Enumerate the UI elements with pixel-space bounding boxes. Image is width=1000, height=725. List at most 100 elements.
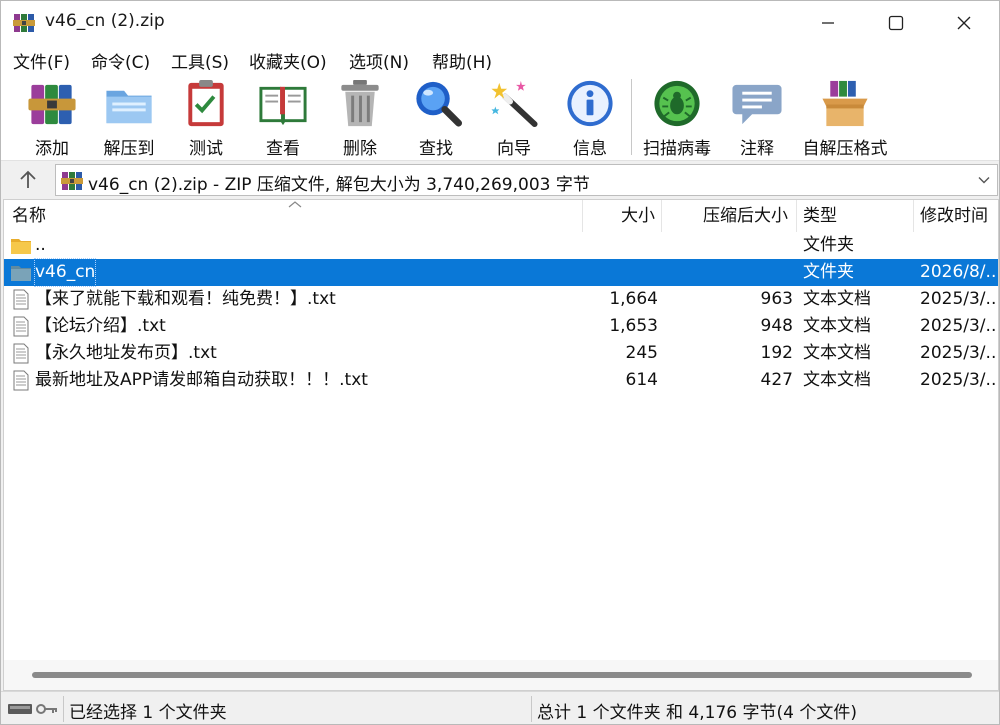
status-total: 总计 1 个文件夹 和 4,176 字节(4 个文件)	[537, 703, 857, 723]
file-name: ..	[35, 235, 46, 255]
text-file-icon	[13, 316, 29, 337]
address-bar: v46_cn (2).zip - ZIP 压缩文件, 解包大小为 3,740,2…	[1, 161, 999, 199]
file-modified: 2025/3/...	[920, 370, 998, 390]
file-type: 文本文档	[803, 370, 871, 390]
extract-to-label: 解压到	[103, 139, 155, 159]
file-type: 文本文档	[803, 343, 871, 363]
menu-tools[interactable]: 工具(S)	[171, 48, 229, 73]
header-modified[interactable]: 修改时间	[920, 200, 988, 232]
extract-to-icon	[106, 90, 152, 124]
file-type: 文本文档	[803, 289, 871, 309]
minimize-button[interactable]	[805, 1, 851, 45]
file-modified: 2025/3/...	[920, 289, 998, 309]
file-size: 245	[625, 343, 658, 363]
maximize-icon	[888, 15, 904, 31]
menu-commands[interactable]: 命令(C)	[91, 48, 150, 73]
sort-ascending-icon	[288, 201, 302, 208]
minimize-icon	[822, 22, 834, 24]
list-item[interactable]: 最新地址及APP请发邮箱自动获取！！！.txt 614 427 文本文档 202…	[4, 367, 998, 394]
menu-help[interactable]: 帮助(H)	[432, 48, 492, 73]
test-button[interactable]: 测试	[177, 77, 235, 159]
menu-file[interactable]: 文件(F)	[13, 48, 70, 73]
comment-icon	[732, 84, 782, 125]
file-name: 【来了就能下载和观看！纯免费！】.txt	[35, 289, 336, 309]
file-packed-size: 192	[760, 343, 793, 363]
file-size: 1,653	[609, 316, 658, 336]
delete-icon	[341, 79, 379, 127]
info-button[interactable]: 信息	[561, 77, 619, 159]
file-type: 文本文档	[803, 316, 871, 336]
header-divider[interactable]	[582, 200, 583, 232]
header-size[interactable]: 大小	[621, 200, 655, 232]
file-name: 【永久地址发布页】.txt	[35, 343, 217, 363]
status-selection: 已经选择 1 个文件夹	[69, 703, 227, 723]
status-divider	[63, 696, 64, 722]
add-icon	[28, 84, 76, 125]
add-label: 添加	[35, 139, 69, 159]
winrar-app-icon	[13, 14, 35, 32]
file-type: 文件夹	[803, 235, 854, 255]
file-packed-size: 963	[760, 289, 793, 309]
file-type: 文件夹	[803, 262, 854, 282]
drive-key-icon[interactable]	[7, 700, 59, 718]
file-name: 最新地址及APP请发邮箱自动获取！！！.txt	[35, 370, 368, 390]
up-arrow-icon[interactable]	[15, 168, 41, 192]
find-button[interactable]: 查找	[407, 77, 465, 159]
extract-to-button[interactable]: 解压到	[97, 77, 161, 159]
scrollbar-thumb[interactable]	[32, 672, 972, 678]
file-list[interactable]: 名称 大小 压缩后大小 类型 修改时间 .. 文件夹 v46_cn 文件夹 20…	[3, 199, 999, 691]
menu-options[interactable]: 选项(N)	[349, 48, 409, 73]
text-file-icon	[13, 370, 29, 391]
file-size: 614	[625, 370, 658, 390]
test-icon	[188, 79, 224, 127]
list-item[interactable]: 【来了就能下载和观看！纯免费！】.txt 1,664 963 文本文档 2025…	[4, 286, 998, 313]
virus-scan-icon	[654, 80, 700, 127]
sfx-button[interactable]: 自解压格式	[799, 77, 891, 159]
list-item[interactable]: .. 文件夹	[4, 232, 998, 259]
toolbar-separator	[631, 79, 632, 155]
menu-favorites[interactable]: 收藏夹(O)	[249, 48, 327, 73]
list-item[interactable]: v46_cn 文件夹 2026/8/...	[4, 258, 998, 287]
find-label: 查找	[419, 139, 453, 159]
header-divider[interactable]	[661, 200, 662, 232]
find-icon	[416, 81, 463, 127]
list-item[interactable]: 【论坛介绍】.txt 1,653 948 文本文档 2025/3/...	[4, 313, 998, 340]
address-text: v46_cn (2).zip - ZIP 压缩文件, 解包大小为 3,740,2…	[88, 175, 590, 195]
virus-scan-button[interactable]: 扫描病毒	[641, 77, 713, 159]
view-label: 查看	[266, 139, 300, 159]
info-icon	[567, 80, 613, 127]
archive-icon	[61, 172, 83, 190]
address-field[interactable]: v46_cn (2).zip - ZIP 压缩文件, 解包大小为 3,740,2…	[55, 164, 998, 196]
maximize-button[interactable]	[873, 1, 919, 45]
window-title: v46_cn (2).zip	[45, 11, 165, 31]
header-packed[interactable]: 压缩后大小	[703, 200, 788, 232]
add-button[interactable]: 添加	[23, 77, 81, 159]
comment-button[interactable]: 注释	[728, 77, 786, 159]
delete-label: 删除	[343, 139, 377, 159]
view-button[interactable]: 查看	[251, 77, 315, 159]
file-modified: 2026/8/...	[920, 262, 998, 282]
horizontal-scrollbar[interactable]	[4, 660, 998, 690]
header-name[interactable]: 名称	[12, 200, 46, 232]
wizard-label: 向导	[497, 139, 531, 159]
virus-scan-label: 扫描病毒	[643, 139, 711, 159]
file-packed-size: 948	[760, 316, 793, 336]
folder-icon	[11, 266, 31, 281]
chevron-down-icon[interactable]	[977, 173, 991, 187]
close-button[interactable]	[941, 1, 987, 45]
title-bar[interactable]: v46_cn (2).zip	[1, 1, 999, 45]
toolbar: 添加 解压到 测试 查看 删除 查找 向导 信息 扫描病毒 注释 自解压格式	[1, 73, 999, 161]
delete-button[interactable]: 删除	[331, 77, 389, 159]
header-type[interactable]: 类型	[803, 200, 837, 232]
header-divider[interactable]	[913, 200, 914, 232]
header-divider[interactable]	[796, 200, 797, 232]
comment-label: 注释	[740, 139, 774, 159]
list-item[interactable]: 【永久地址发布页】.txt 245 192 文本文档 2025/3/...	[4, 340, 998, 367]
menu-bar: 文件(F) 命令(C) 工具(S) 收藏夹(O) 选项(N) 帮助(H)	[1, 45, 999, 73]
status-divider	[531, 696, 532, 722]
file-modified: 2025/3/...	[920, 343, 998, 363]
close-icon	[957, 16, 971, 30]
file-packed-size: 427	[760, 370, 793, 390]
winrar-window: v46_cn (2).zip 文件(F) 命令(C) 工具(S) 收藏夹(O) …	[0, 0, 1000, 725]
wizard-button[interactable]: 向导	[485, 77, 543, 159]
